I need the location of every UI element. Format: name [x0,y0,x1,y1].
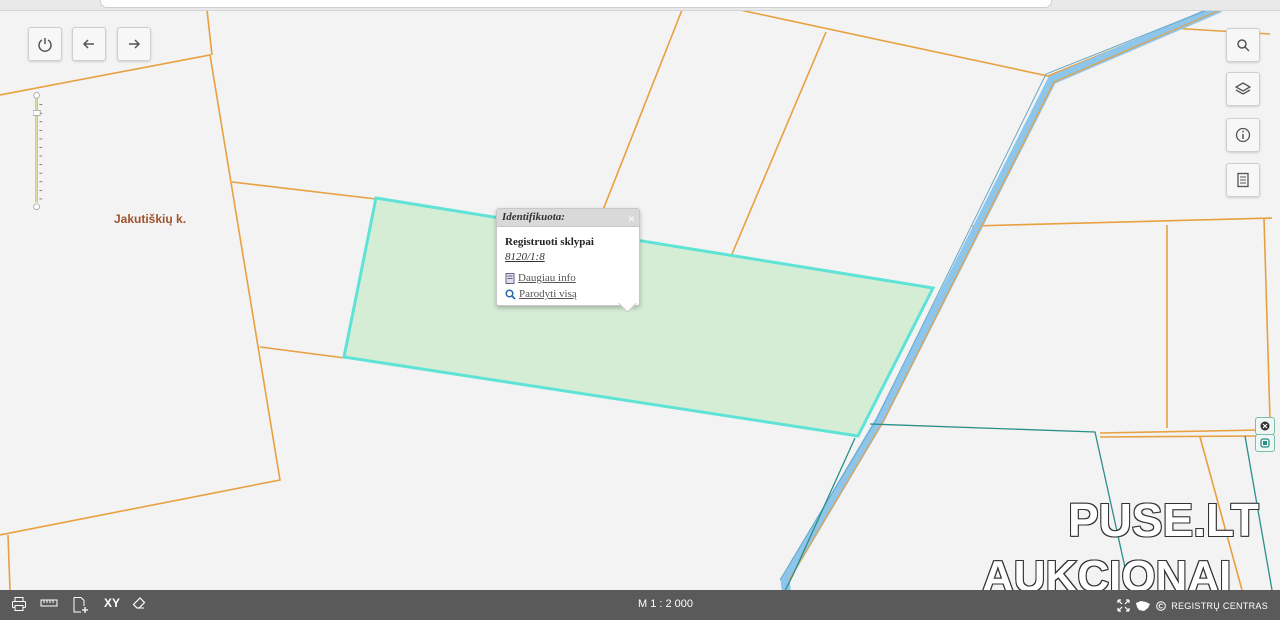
registry-label: REGISTRŲ CENTRAS [1171,600,1268,611]
print-icon [12,597,26,611]
more-info-link[interactable]: Daugiau info [505,272,576,284]
zoom-slider[interactable] [33,70,43,235]
forward-arrow-icon [129,39,141,49]
show-all-label: Parodyti visą [519,288,577,300]
search-icon [1237,39,1250,52]
print-button[interactable] [11,596,27,612]
eraser-button[interactable] [132,596,146,610]
address-bar[interactable] [100,0,1052,8]
panel-icon [1260,438,1270,448]
panel-toggle-button[interactable] [1255,434,1275,452]
show-all-link[interactable]: Parodyti visą [505,288,577,300]
lithuania-map-icon [1136,600,1151,611]
document-button[interactable] [1226,163,1260,197]
bottom-bar: XY M 1 : 2 000 REGISTRŲ CENTRAS [0,590,1280,620]
forward-button[interactable] [117,27,151,61]
power-button[interactable] [28,27,62,61]
power-icon [38,38,52,52]
map-canvas[interactable]: Jakutiškių k. Identifikuota: × Registruo… [0,0,1280,620]
place-label: Jakutiškių k. [114,212,187,226]
browser-topbar [0,0,1280,11]
measure-button[interactable] [40,596,58,610]
layers-button[interactable] [1226,72,1260,106]
back-button[interactable] [72,27,106,61]
back-arrow-icon [82,39,94,49]
parcel-id-link[interactable]: 8120/1:8 [505,251,545,263]
layers-icon [1235,82,1251,95]
search-button[interactable] [1226,28,1260,62]
xy-button[interactable]: XY [104,596,120,610]
document-icon [1237,172,1249,188]
fullscreen-icon[interactable] [1117,599,1130,612]
add-document-icon [73,597,88,613]
magnifier-icon [505,288,516,300]
document-small-icon [505,272,515,284]
zoom-handle[interactable] [33,110,41,116]
popup-title: Identifikuota: [502,211,565,223]
registry-credit: REGISTRŲ CENTRAS [1117,599,1268,612]
info-button[interactable] [1226,118,1260,152]
add-document-button[interactable] [72,596,90,614]
more-info-label: Daugiau info [518,272,576,284]
close-circle-icon [1260,421,1270,431]
identify-popup: Identifikuota: × Registruoti sklypai 812… [496,208,640,313]
map-scale: M 1 : 2 000 [638,598,694,610]
popup-header: Identifikuota: × [497,209,639,227]
eraser-icon [132,597,146,609]
popup-close-icon[interactable]: × [628,210,635,227]
close-panel-button[interactable] [1255,417,1275,435]
watermark-line1: PUSE.LT [1067,493,1260,547]
copyright-icon [1156,600,1166,611]
ruler-icon [40,599,58,607]
popup-layer-title: Registruoti sklypai [505,236,594,248]
info-icon [1235,127,1251,143]
